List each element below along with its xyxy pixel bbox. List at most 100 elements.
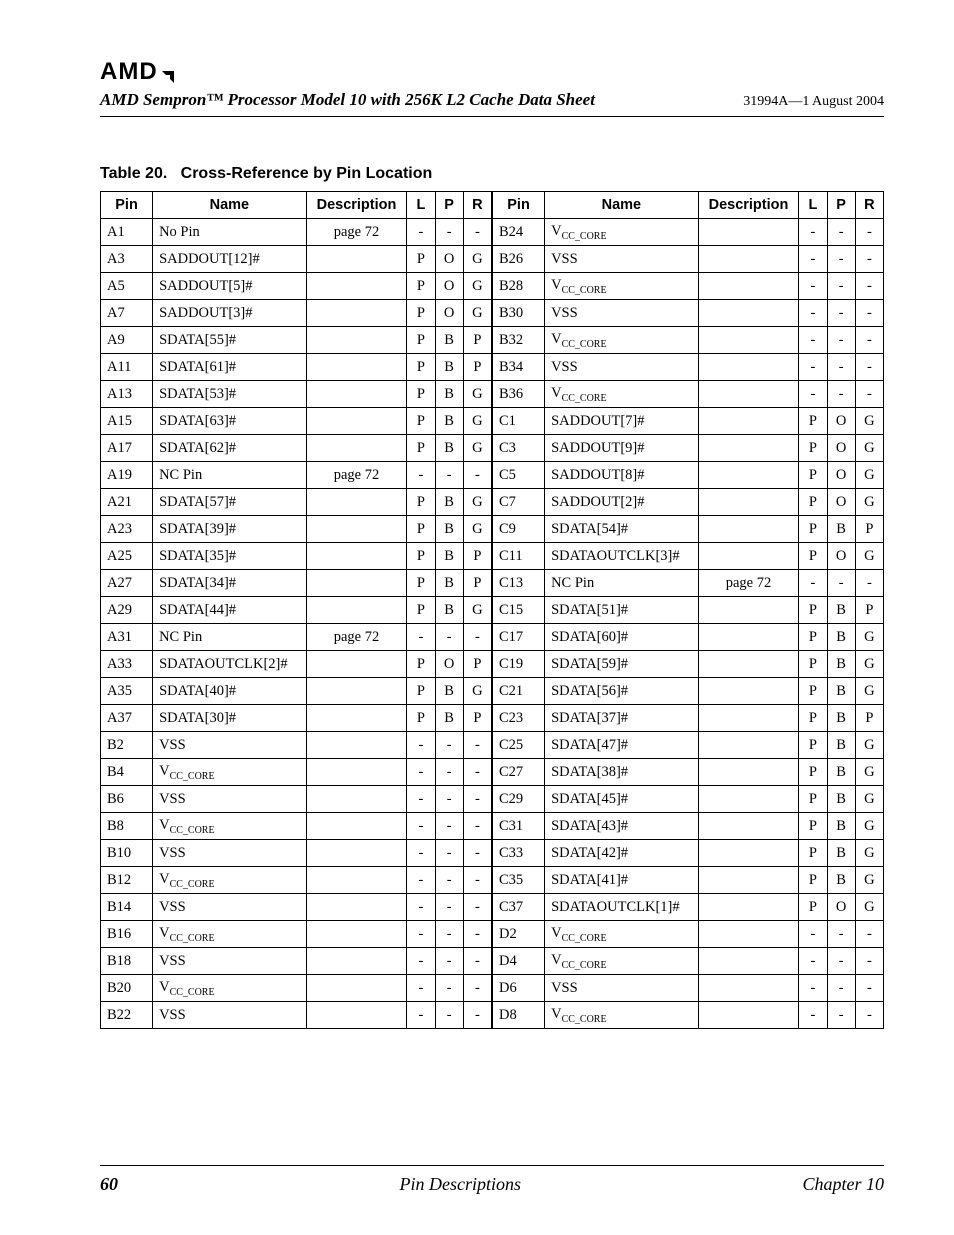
header-divider (100, 116, 884, 117)
cell-pin: C11 (493, 543, 545, 570)
cell-description: page 72 (306, 462, 407, 489)
cell-l: - (407, 975, 435, 1002)
cell-name: SADDOUT[2]# (545, 489, 699, 516)
cell-description (306, 273, 407, 300)
cell-l: - (407, 840, 435, 867)
cell-l: - (407, 894, 435, 921)
cell-pin: A13 (101, 381, 153, 408)
cell-p: O (435, 651, 463, 678)
table-row: D2VCC_CORE--- (493, 921, 884, 948)
cell-name: VCC_CORE (545, 273, 699, 300)
cell-description (698, 948, 799, 975)
table-row: D8VCC_CORE--- (493, 1002, 884, 1029)
cell-l: - (407, 759, 435, 786)
pin-table-left: Pin Name Description L P R A1No Pinpage … (100, 191, 492, 1029)
cell-l: - (407, 786, 435, 813)
cell-description (698, 354, 799, 381)
cell-r: G (855, 651, 883, 678)
table-row: A19NC Pinpage 72--- (101, 462, 492, 489)
cell-name: VCC_CORE (545, 219, 699, 246)
cell-l: P (799, 732, 827, 759)
cell-r: G (463, 408, 491, 435)
cell-name: VSS (153, 840, 307, 867)
cell-l: - (799, 921, 827, 948)
table-row: C3SADDOUT[9]#POG (493, 435, 884, 462)
cell-p: B (827, 759, 855, 786)
cell-l: P (407, 354, 435, 381)
cell-pin: B6 (101, 786, 153, 813)
cell-p: - (827, 273, 855, 300)
cell-description (306, 489, 407, 516)
cell-description: page 72 (306, 624, 407, 651)
table-row: D4VCC_CORE--- (493, 948, 884, 975)
cell-r: G (855, 678, 883, 705)
cell-l: P (407, 570, 435, 597)
cell-l: P (407, 408, 435, 435)
cell-pin: B26 (493, 246, 545, 273)
cell-l: P (407, 705, 435, 732)
cell-pin: C23 (493, 705, 545, 732)
cell-p: - (435, 462, 463, 489)
cell-p: - (435, 1002, 463, 1029)
table-row: C33SDATA[42]#PBG (493, 840, 884, 867)
cell-description (698, 678, 799, 705)
cell-p: - (827, 246, 855, 273)
table-row: D6VSS--- (493, 975, 884, 1002)
cell-p: B (827, 786, 855, 813)
cell-description (698, 786, 799, 813)
cell-r: G (463, 246, 491, 273)
cell-l: P (799, 543, 827, 570)
cell-l: P (799, 678, 827, 705)
cell-r: - (855, 354, 883, 381)
cell-pin: C17 (493, 624, 545, 651)
table-row: B36VCC_CORE--- (493, 381, 884, 408)
cell-pin: A11 (101, 354, 153, 381)
cell-r: G (855, 624, 883, 651)
cell-name: VCC_CORE (545, 327, 699, 354)
table-row: B22VSS--- (101, 1002, 492, 1029)
cell-r: G (855, 732, 883, 759)
cell-name: VSS (153, 948, 307, 975)
cell-l: - (799, 570, 827, 597)
cell-r: P (463, 327, 491, 354)
cell-r: P (463, 651, 491, 678)
cell-r: G (855, 462, 883, 489)
cell-name: SADDOUT[5]# (153, 273, 307, 300)
cell-name: SDATA[57]# (153, 489, 307, 516)
cell-p: O (827, 543, 855, 570)
cell-l: P (799, 894, 827, 921)
cell-pin: C3 (493, 435, 545, 462)
cell-pin: B18 (101, 948, 153, 975)
cell-description: page 72 (698, 570, 799, 597)
table-row: B18VSS--- (101, 948, 492, 975)
cell-pin: C37 (493, 894, 545, 921)
cell-l: - (799, 975, 827, 1002)
caption-title: Cross-Reference by Pin Location (181, 165, 433, 182)
cell-description (698, 921, 799, 948)
cell-l: P (799, 462, 827, 489)
cell-l: - (407, 813, 435, 840)
th-name: Name (153, 192, 307, 219)
cell-pin: B8 (101, 813, 153, 840)
cell-pin: D8 (493, 1002, 545, 1029)
cell-r: - (463, 867, 491, 894)
table-row: C27SDATA[38]#PBG (493, 759, 884, 786)
cell-name: VSS (545, 300, 699, 327)
cell-p: - (435, 732, 463, 759)
cell-p: B (435, 354, 463, 381)
cell-l: - (799, 381, 827, 408)
table-row: A7SADDOUT[3]#POG (101, 300, 492, 327)
cell-l: P (799, 489, 827, 516)
cell-name: NC Pin (153, 462, 307, 489)
cell-description (306, 867, 407, 894)
cell-name: VCC_CORE (153, 813, 307, 840)
cell-description (698, 1002, 799, 1029)
cell-r: G (855, 489, 883, 516)
cell-name: VSS (545, 354, 699, 381)
cell-r: P (463, 543, 491, 570)
cell-r: - (463, 462, 491, 489)
cell-l: P (799, 597, 827, 624)
cell-pin: C7 (493, 489, 545, 516)
cell-l: - (799, 327, 827, 354)
cell-description (698, 489, 799, 516)
